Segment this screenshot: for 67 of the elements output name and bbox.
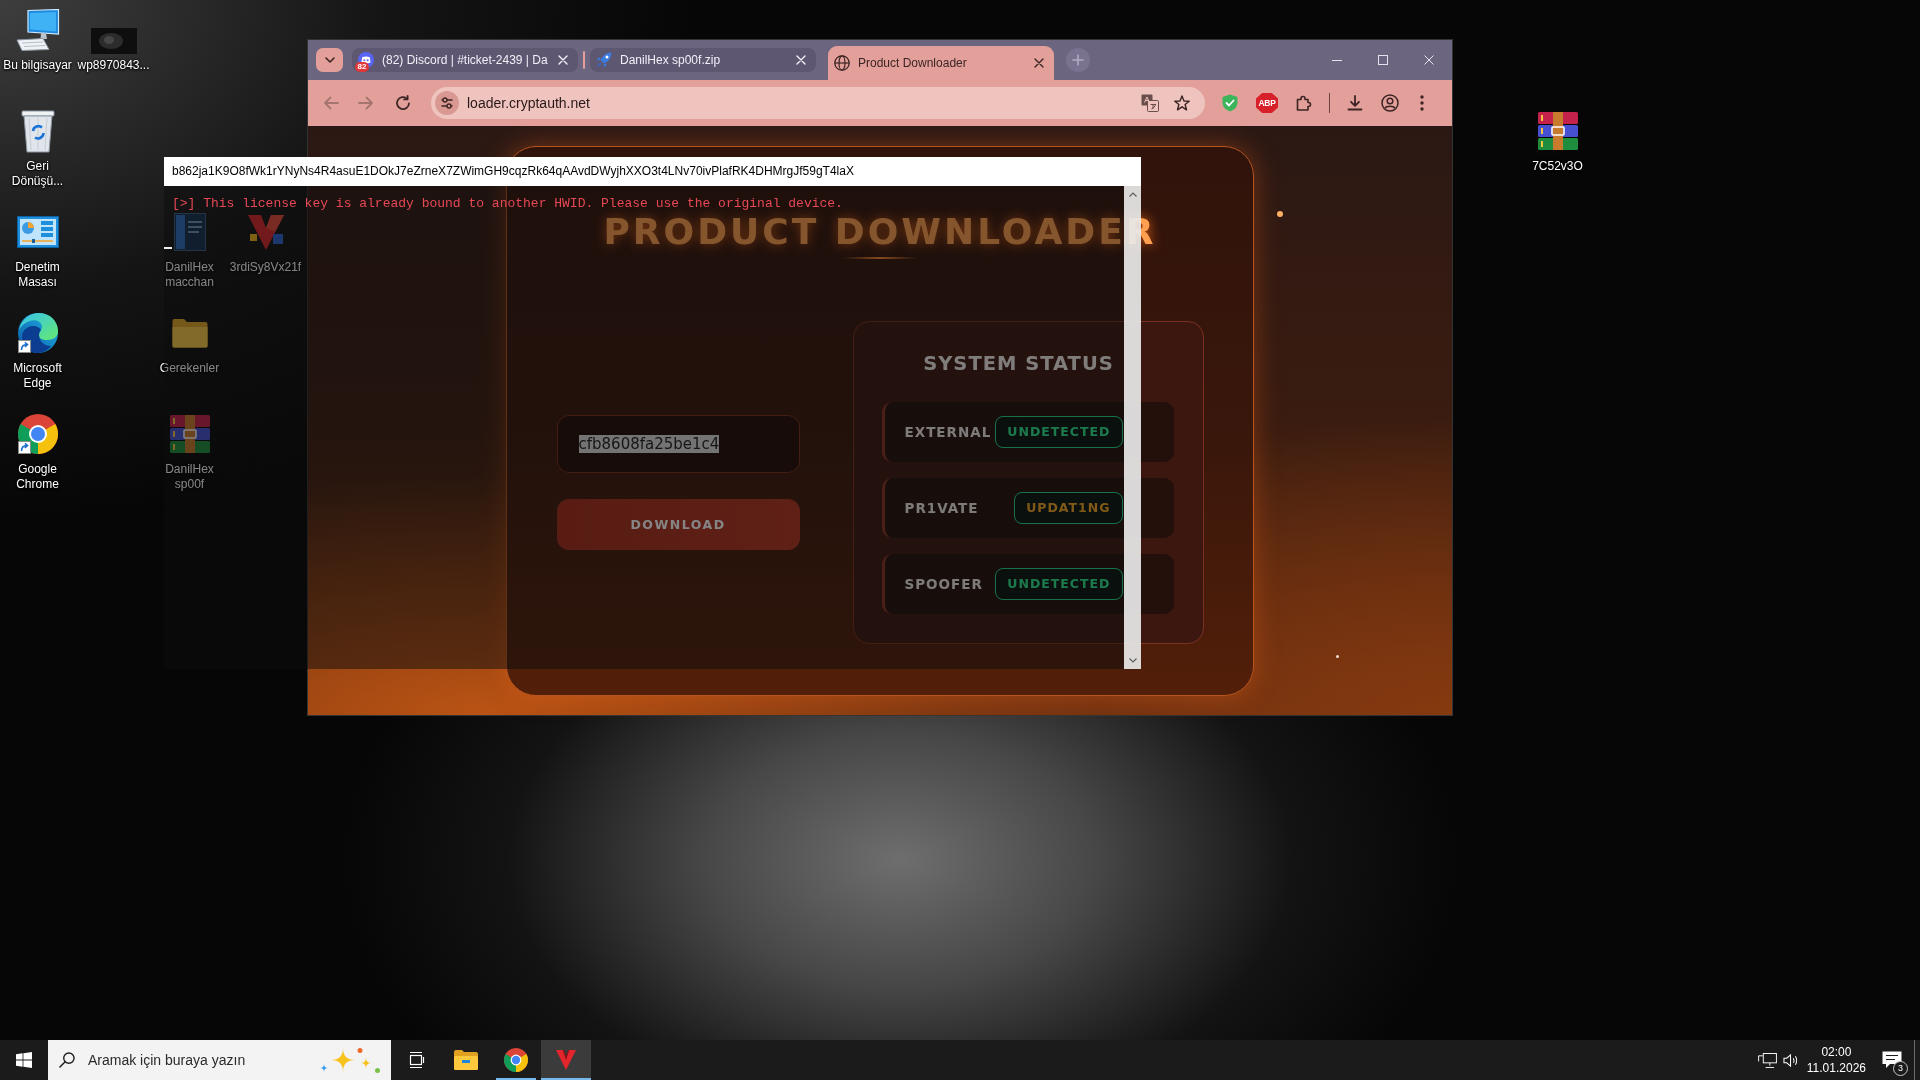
clock-date[interactable]: 11.01.2026	[1806, 1060, 1866, 1076]
status-label: EXTERNAL	[904, 423, 992, 440]
panel-title: SYSTEM STATUS	[923, 350, 1114, 377]
close-icon[interactable]	[1034, 58, 1044, 68]
address-bar[interactable]: loader.cryptauth.net	[431, 87, 1205, 119]
console-line: [>] This license key is already bound to another HWID. Please use the original device.	[172, 196, 843, 212]
desktop-icon-label[interactable]: Google Chrome	[0, 462, 75, 492]
profile-icon[interactable]	[1381, 94, 1399, 112]
chrome-icon	[504, 1048, 528, 1072]
browser-tab[interactable]: DanilHex sp00f.zip	[590, 48, 816, 72]
tab-search-button[interactable]	[316, 48, 343, 72]
notification-icon[interactable]	[1882, 1051, 1902, 1069]
desktop-icon-label[interactable]: Microsoft Edge	[0, 361, 75, 391]
search-icon	[59, 1052, 75, 1068]
glow-dot-icon	[1336, 655, 1339, 658]
network-icon[interactable]	[1757, 1052, 1777, 1068]
tune-icon[interactable]	[435, 91, 459, 115]
desktop-icon-label[interactable]: 3rdiSy8Vx21f	[229, 260, 302, 275]
control-panel-icon[interactable]	[16, 216, 59, 248]
text-cursor	[164, 247, 172, 249]
chevron-down-icon	[324, 57, 335, 63]
computer-icon[interactable]	[15, 9, 60, 51]
desktop-icon-label[interactable]: Gerekenler	[159, 361, 220, 376]
reload-icon[interactable]	[395, 95, 411, 111]
shield-check-icon[interactable]	[1222, 94, 1238, 112]
search-input[interactable]: Aramak için buraya yazın	[88, 1050, 319, 1070]
glow-dot-icon	[1277, 211, 1283, 217]
desktop-icon-label[interactable]: Bu bilgisayar	[3, 58, 72, 73]
rocket-icon	[596, 52, 612, 68]
windows-logo-icon[interactable]	[16, 1052, 32, 1068]
status-label: PR1VATE	[904, 499, 979, 516]
task-view-icon	[407, 1051, 425, 1069]
maximize-icon[interactable]	[1378, 55, 1388, 65]
translate-icon[interactable]	[1141, 94, 1159, 112]
globe-icon	[834, 55, 850, 71]
plus-icon	[1072, 54, 1084, 66]
browser-tab[interactable]: 82 (82) Discord | #ticket-2439 | Da	[352, 48, 578, 72]
image-thumbnail[interactable]	[90, 28, 137, 54]
search-bar[interactable]: Aramak için buraya yazın	[48, 1040, 391, 1080]
volume-icon[interactable]	[1782, 1052, 1799, 1068]
notification-badge: 82	[355, 62, 369, 72]
scroll-up-icon[interactable]	[1128, 192, 1137, 197]
star-icon[interactable]	[1174, 95, 1190, 111]
scroll-down-icon[interactable]	[1128, 658, 1137, 663]
archive-icon[interactable]	[1537, 112, 1578, 150]
desktop-icon-label[interactable]: DanilHex sp00f	[152, 462, 227, 492]
chrome-icon[interactable]	[17, 414, 58, 454]
desktop-icon-label[interactable]: wp8970843...	[77, 58, 150, 73]
sparkles-icon	[319, 1046, 381, 1074]
adblock-extension-button[interactable]: ABP	[1256, 93, 1278, 113]
status-label: SPOOFER	[904, 575, 983, 592]
clock-time[interactable]: 02:00	[1821, 1044, 1852, 1060]
folder-icon	[454, 1050, 478, 1070]
desktop-icon-label[interactable]: Geri Dönüşü...	[0, 159, 75, 189]
recycle-bin-icon[interactable]	[20, 109, 55, 153]
puzzle-icon[interactable]	[1296, 95, 1312, 111]
minimize-icon[interactable]	[1332, 59, 1342, 61]
desktop-icon-label[interactable]: Denetim Masası	[0, 260, 75, 290]
notification-count: 3	[1893, 1061, 1908, 1076]
window-title: b862ja1K9O8fWk1rYNyNs4R4asuE1DOkJ7eZrneX7ZWimGH9cqzRk64qAAvdDWyjhXXO3t4LNv70ivPlafRK4DHMrgJf59gT4laX	[164, 157, 1141, 186]
desktop-icon-label[interactable]: DanilHex macchan	[152, 260, 227, 290]
browser-tab[interactable]: Product Downloader	[828, 46, 1054, 80]
menu-icon[interactable]	[1420, 95, 1424, 111]
download-icon[interactable]	[1347, 95, 1363, 111]
desktop-icon-label[interactable]: 7C52v3O	[1532, 159, 1583, 174]
edge-icon[interactable]	[17, 313, 58, 353]
v-logo-icon	[556, 1050, 576, 1070]
